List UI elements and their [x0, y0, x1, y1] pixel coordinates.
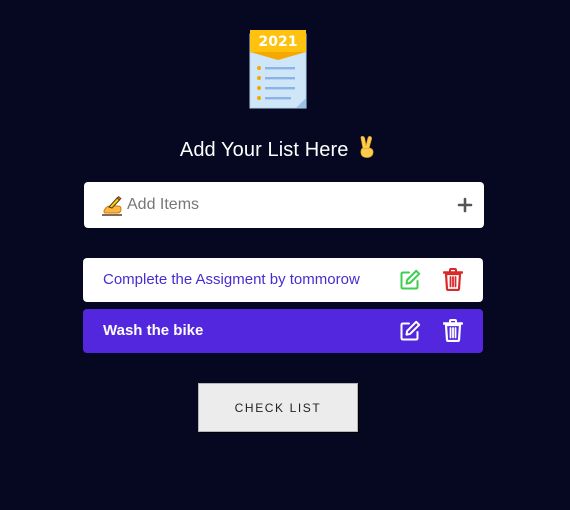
logo-year: 2021: [259, 34, 298, 50]
list-item: Wash the bike: [83, 309, 483, 353]
plus-icon[interactable]: [456, 196, 474, 214]
page-title: Add Your List Here: [0, 136, 556, 164]
edit-icon[interactable]: [399, 320, 421, 342]
trash-icon[interactable]: [443, 319, 463, 342]
list-item-text: Complete the Assigment by tommorow: [103, 271, 360, 288]
add-item-input[interactable]: [127, 193, 427, 217]
notepad-2021-icon: 2021: [249, 30, 307, 109]
writing-hand-icon: [102, 195, 122, 216]
check-list-button[interactable]: CHECK LIST: [198, 383, 358, 432]
list-item: Complete the Assigment by tommorow: [83, 258, 483, 302]
trash-icon[interactable]: [443, 268, 463, 291]
list-item-text: Wash the bike: [103, 322, 204, 339]
victory-hand-icon: [358, 136, 376, 164]
page-title-text: Add Your List Here: [179, 139, 349, 161]
edit-icon[interactable]: [399, 269, 421, 291]
add-item-box: [84, 182, 484, 228]
